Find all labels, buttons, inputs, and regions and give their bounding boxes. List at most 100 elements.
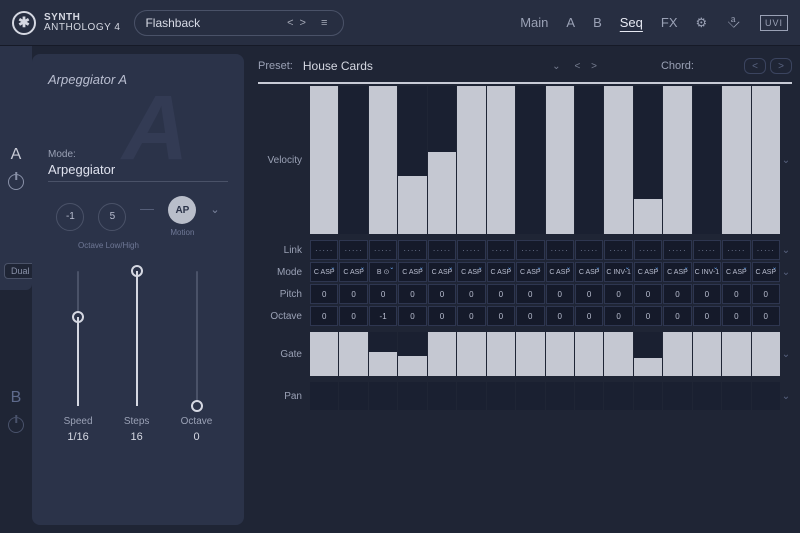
mode-step[interactable]: C ASP⌄ [428, 262, 456, 282]
link-step[interactable]: ····· [398, 240, 426, 260]
pan-step[interactable] [487, 382, 515, 410]
rail-layer-b[interactable]: B [0, 290, 32, 533]
mode-step[interactable]: C ASP⌄ [546, 262, 574, 282]
mode-step[interactable]: C ASP⌄ [575, 262, 603, 282]
pitch-step[interactable]: 0 [663, 284, 691, 304]
pitch-step[interactable]: 0 [339, 284, 367, 304]
pitch-step[interactable]: 0 [752, 284, 780, 304]
velocity-step[interactable] [369, 86, 397, 234]
octave-step[interactable]: 0 [546, 306, 574, 326]
chevron-down-icon[interactable]: ⌄ [210, 203, 219, 216]
pan-row[interactable]: Pan ⌄ [258, 382, 792, 410]
chord-next-button[interactable]: > [770, 58, 792, 74]
link-step[interactable]: ····· [310, 240, 338, 260]
motion-knob[interactable]: AP Motion [168, 196, 196, 237]
velocity-step[interactable] [546, 86, 574, 234]
mode-step[interactable]: C ASP⌄ [398, 262, 426, 282]
pan-step[interactable] [634, 382, 662, 410]
preset-nav-icon[interactable]: <> ≡ [287, 17, 333, 29]
mode-step[interactable]: C ASP⌄ [487, 262, 515, 282]
velocity-row[interactable]: Velocity ⌄ [258, 86, 792, 234]
octave-step[interactable]: 0 [457, 306, 485, 326]
octave-step[interactable]: 0 [604, 306, 632, 326]
octave-step[interactable]: 0 [663, 306, 691, 326]
gate-step[interactable] [339, 332, 367, 376]
velocity-step[interactable] [752, 86, 780, 234]
pan-step[interactable] [516, 382, 544, 410]
rail-layer-a[interactable]: A [0, 46, 32, 290]
velocity-step[interactable] [457, 86, 485, 234]
octave-step[interactable]: 0 [398, 306, 426, 326]
pitch-step[interactable]: 0 [457, 284, 485, 304]
link-step[interactable]: ····· [752, 240, 780, 260]
chevron-down-icon[interactable]: ⌄ [780, 332, 792, 376]
link-step[interactable]: ····· [663, 240, 691, 260]
octave-step[interactable]: 0 [634, 306, 662, 326]
link-step[interactable]: ····· [457, 240, 485, 260]
velocity-step[interactable] [634, 86, 662, 234]
chevron-down-icon[interactable]: ⌄ [780, 86, 792, 234]
velocity-step[interactable] [487, 86, 515, 234]
tuning-fork-icon[interactable]: ⎀ [727, 14, 740, 32]
pitch-step[interactable]: 0 [369, 284, 397, 304]
velocity-step[interactable] [310, 86, 338, 234]
octave-slider[interactable]: Octave 0 [181, 271, 213, 443]
octave-step[interactable]: 0 [575, 306, 603, 326]
pitch-step[interactable]: 0 [310, 284, 338, 304]
pitch-step[interactable]: 0 [604, 284, 632, 304]
velocity-step[interactable] [575, 86, 603, 234]
settings-icon[interactable]: ⚙ [696, 15, 708, 31]
pan-step[interactable] [369, 382, 397, 410]
pitch-step[interactable]: 0 [428, 284, 456, 304]
mode-step[interactable]: C ASP⌄ [339, 262, 367, 282]
mode-step[interactable]: C ASP⌄ [752, 262, 780, 282]
link-step[interactable]: ····· [575, 240, 603, 260]
steps-slider[interactable]: .lp-sliders .slider-col:nth-child(2) .sl… [124, 271, 150, 443]
pitch-step[interactable]: 0 [546, 284, 574, 304]
gate-step[interactable] [752, 332, 780, 376]
chevron-down-icon[interactable]: ⌄ [780, 262, 792, 282]
gate-step[interactable] [634, 332, 662, 376]
pan-step[interactable] [339, 382, 367, 410]
octave-step[interactable]: 0 [722, 306, 750, 326]
pan-step[interactable] [752, 382, 780, 410]
pan-step[interactable] [693, 382, 721, 410]
gate-step[interactable] [604, 332, 632, 376]
pan-step[interactable] [457, 382, 485, 410]
gate-step[interactable] [428, 332, 456, 376]
gate-step[interactable] [487, 332, 515, 376]
gate-step[interactable] [398, 332, 426, 376]
octave-step[interactable]: 0 [339, 306, 367, 326]
gate-step[interactable] [369, 332, 397, 376]
mode-step[interactable]: C ASP⌄ [663, 262, 691, 282]
global-preset-selector[interactable]: Flashback <> ≡ [134, 10, 344, 36]
mode-step[interactable]: C ASP⌄ [310, 262, 338, 282]
pitch-step[interactable]: 0 [398, 284, 426, 304]
pitch-step[interactable]: 0 [516, 284, 544, 304]
seq-preset-selector[interactable]: House Cards [303, 59, 373, 73]
preset-prev-next-icon[interactable]: < > [575, 61, 601, 72]
mode-row[interactable]: Mode C ASP⌄C ASP⌄B ⊙⌄C ASP⌄C ASP⌄C ASP⌄C… [258, 262, 792, 282]
gate-step[interactable] [663, 332, 691, 376]
link-row[interactable]: Link ···································… [258, 240, 792, 260]
link-step[interactable]: ····· [339, 240, 367, 260]
velocity-step[interactable] [604, 86, 632, 234]
pan-step[interactable] [663, 382, 691, 410]
link-step[interactable]: ····· [428, 240, 456, 260]
gate-step[interactable] [693, 332, 721, 376]
octave-step[interactable]: 0 [310, 306, 338, 326]
gate-step[interactable] [516, 332, 544, 376]
octave-step[interactable]: 0 [693, 306, 721, 326]
power-icon[interactable] [8, 174, 24, 190]
gate-step[interactable] [310, 332, 338, 376]
mode-step[interactable]: C ASP⌄ [722, 262, 750, 282]
mode-step[interactable]: C ASP⌄ [457, 262, 485, 282]
chevron-down-icon[interactable]: ⌄ [780, 240, 792, 260]
pan-step[interactable] [722, 382, 750, 410]
chevron-down-icon[interactable]: ⌄ [780, 382, 792, 410]
octave-low-knob[interactable]: -1 Octave Low/High [56, 203, 84, 231]
mode-step[interactable]: C ASP⌄ [516, 262, 544, 282]
pitch-step[interactable]: 0 [693, 284, 721, 304]
link-step[interactable]: ····· [722, 240, 750, 260]
velocity-step[interactable] [339, 86, 367, 234]
